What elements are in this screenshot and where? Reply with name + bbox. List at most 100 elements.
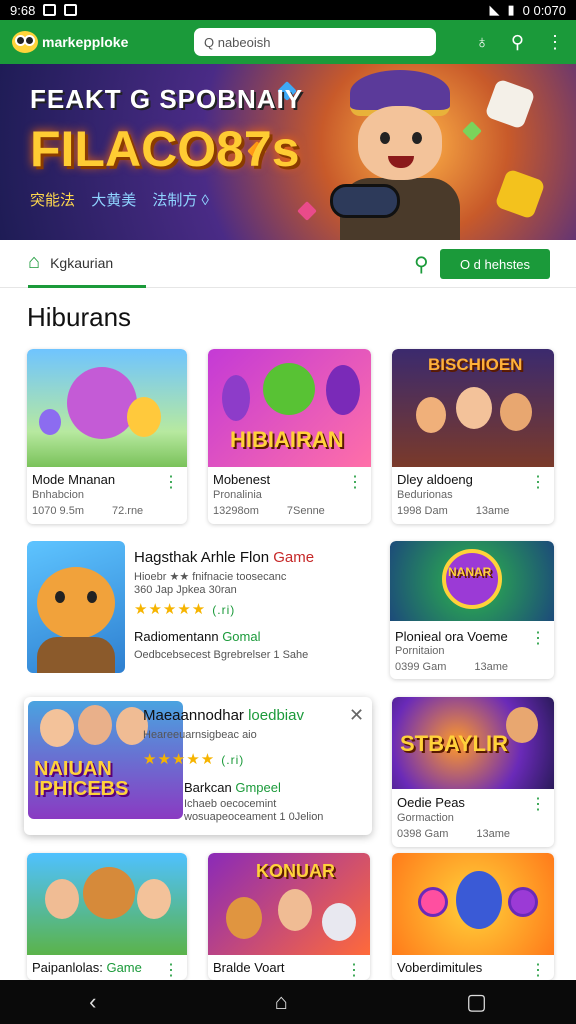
- game-category: Pornitaion: [395, 645, 445, 657]
- monster-illustration: [326, 365, 360, 415]
- game-meta: 13298om 7Senne: [213, 505, 325, 517]
- home-icon[interactable]: ⌂: [275, 989, 288, 1015]
- game-size: 13ame: [475, 505, 510, 517]
- featured-game-card[interactable]: Hagsthak Arhle Flon Game Hioebr ★★ fnifn…: [27, 541, 371, 675]
- game-meta: 1998 Dam 13ame: [397, 505, 509, 517]
- monster-illustration: [263, 363, 315, 415]
- character-illustration: [456, 387, 492, 429]
- rating-stars: ★★★★★ (.ri): [143, 750, 244, 768]
- game-name: Mode Mnanan: [32, 472, 116, 487]
- monster-illustration: [67, 367, 137, 439]
- promo-popup-card[interactable]: NAIUAN IPHICEBS Maeaannodhar loedbiav ✕ …: [24, 697, 372, 835]
- game-thumbnail: KONUAR: [208, 853, 370, 955]
- publisher-tag: Gmpeel: [235, 780, 281, 795]
- recents-icon[interactable]: ▢: [466, 989, 487, 1015]
- search-icon[interactable]: ⚲: [511, 32, 524, 53]
- game-meta: 1070 9.5m 72.rne: [32, 505, 143, 517]
- publisher-tag: Gomal: [222, 629, 261, 644]
- character-illustration: [416, 397, 446, 433]
- more-vert-icon[interactable]: ⋮: [347, 475, 363, 491]
- title-text: Maeaannodhar: [143, 707, 244, 724]
- status-right-text: 0 0:070: [522, 2, 566, 18]
- game-card[interactable]: BISCHIOEN Dley aldoeng Bedurionas 1998 D…: [392, 349, 554, 524]
- featured-game-title: Hagsthak Arhle Flon Game: [134, 549, 314, 566]
- game-downloads: 1998 Dam: [397, 505, 448, 517]
- app-bar: markepploke Q nabeoish ♁ ⚲ ⋮: [0, 20, 576, 64]
- notification-icon: [43, 4, 57, 16]
- orb-illustration: [418, 887, 448, 917]
- bear-eye: [87, 591, 97, 603]
- monster-illustration: [222, 375, 250, 421]
- more-vert-icon[interactable]: ⋮: [163, 963, 179, 979]
- character-illustration: [45, 879, 79, 919]
- publisher-line: Barkcan Gmpeel: [184, 780, 281, 795]
- game-card[interactable]: STBAYLIR Oedie Peas Gormaction 0398 Gam 1…: [392, 697, 554, 847]
- more-vert-icon[interactable]: ⋮: [530, 797, 546, 813]
- bear-eye: [55, 591, 65, 603]
- game-card[interactable]: Paipanlolas: Game ⋮: [27, 853, 187, 980]
- notification-bell-icon[interactable]: ♁: [475, 32, 489, 53]
- primary-action-button[interactable]: O d hehstes: [440, 249, 550, 279]
- battery-icon: ▮: [507, 2, 515, 17]
- game-size: 72.rne: [111, 505, 144, 517]
- tab-home[interactable]: ⌂ Kgkaurian: [28, 240, 146, 288]
- banner-headline: FEAKT G SPOBNAIY: [30, 84, 304, 114]
- frog-logo-icon: [12, 31, 38, 53]
- game-card[interactable]: NANAR Plonieal ora Voeme Pornitaion 0399…: [390, 541, 554, 679]
- character-illustration: [83, 867, 135, 919]
- stars: ★★★★★: [143, 751, 216, 768]
- status-time: 9:68: [10, 2, 36, 18]
- tab-label: Kgkaurian: [50, 254, 114, 271]
- search-input[interactable]: Q nabeoish: [194, 28, 436, 56]
- game-category: Gormaction: [397, 812, 454, 824]
- game-downloads: 13298om: [213, 505, 259, 517]
- close-icon[interactable]: ✕: [349, 705, 364, 726]
- more-vert-icon[interactable]: ⋮: [546, 32, 564, 53]
- game-card[interactable]: HIBIAIRAN Mobenest Pronalinia 13298om 7Se…: [208, 349, 371, 524]
- featured-game-footer: Oedbcebsecest Bgrebrelser 1 Sahe: [134, 649, 309, 661]
- thumbnail-title: STBAYLIR: [400, 731, 508, 756]
- system-nav-bar: ‹ ⌂ ▢: [0, 980, 576, 1024]
- featured-game-tagline: Hioebr ★★ fnifnacie toosecanc: [134, 571, 287, 583]
- game-name: Dley aldoeng: [397, 472, 473, 487]
- game-card[interactable]: Voberdimitules ⋮: [392, 853, 554, 980]
- thumbnail-title: HIBIAIRAN: [230, 427, 344, 452]
- back-icon[interactable]: ‹: [89, 989, 96, 1015]
- game-name: Oedie Peas: [397, 795, 465, 810]
- more-vert-icon[interactable]: ⋮: [530, 475, 546, 491]
- game-card[interactable]: Mode Mnanan Bnhabcion 1070 9.5m 72.rne ⋮: [27, 349, 187, 524]
- banner-sub-2: 大黄美: [91, 192, 137, 209]
- game-name: Plonieal ora Voeme: [395, 629, 508, 644]
- stars: ★★★★★: [134, 601, 207, 618]
- notification-icon: [64, 4, 78, 16]
- more-vert-icon[interactable]: ⋮: [346, 963, 362, 979]
- game-thumbnail: [392, 853, 554, 955]
- publisher-line: Radiomentann Gomal: [134, 629, 260, 644]
- publisher: Radiomentann: [134, 629, 219, 644]
- search-icon[interactable]: ⚲: [414, 252, 429, 277]
- tab-bar: ⌂ Kgkaurian ⚲ O d hehstes: [0, 240, 576, 288]
- more-vert-icon[interactable]: ⋮: [530, 631, 546, 647]
- character-illustration: [78, 705, 112, 745]
- home-icon: ⌂: [28, 251, 41, 273]
- brand-logo[interactable]: markepploke: [12, 31, 182, 53]
- more-vert-icon[interactable]: ⋮: [530, 963, 546, 979]
- game-downloads: 0399 Gam: [395, 661, 447, 673]
- game-thumbnail: [27, 541, 125, 673]
- game-category: Bedurionas: [397, 489, 453, 501]
- more-vert-icon[interactable]: ⋮: [163, 475, 179, 491]
- title-tag: Game: [273, 549, 315, 566]
- banner-subtitle: 突能法 大黄美 法制方 ◊: [30, 189, 215, 210]
- banner-sub-1: 突能法: [30, 192, 76, 209]
- hero-character-illustration: [330, 70, 470, 240]
- game-thumbnail: BISCHIOEN: [392, 349, 554, 467]
- game-card[interactable]: KONUAR Bralde Voart ⋮: [208, 853, 370, 980]
- thumbnail-title: NANAR: [448, 565, 492, 579]
- section-title: Hiburans: [27, 302, 132, 332]
- hero-banner[interactable]: FEAKT G SPOBNAIY FILACO87s 突能法 大黄美 法制方 ◊: [0, 64, 576, 240]
- promo-title: Maeaannodhar loedbiav: [143, 707, 304, 724]
- dice-decoration: [484, 78, 536, 130]
- monster-illustration: [127, 397, 161, 437]
- rating-value: (.ri): [212, 603, 236, 617]
- game-name: Mobenest: [213, 472, 271, 487]
